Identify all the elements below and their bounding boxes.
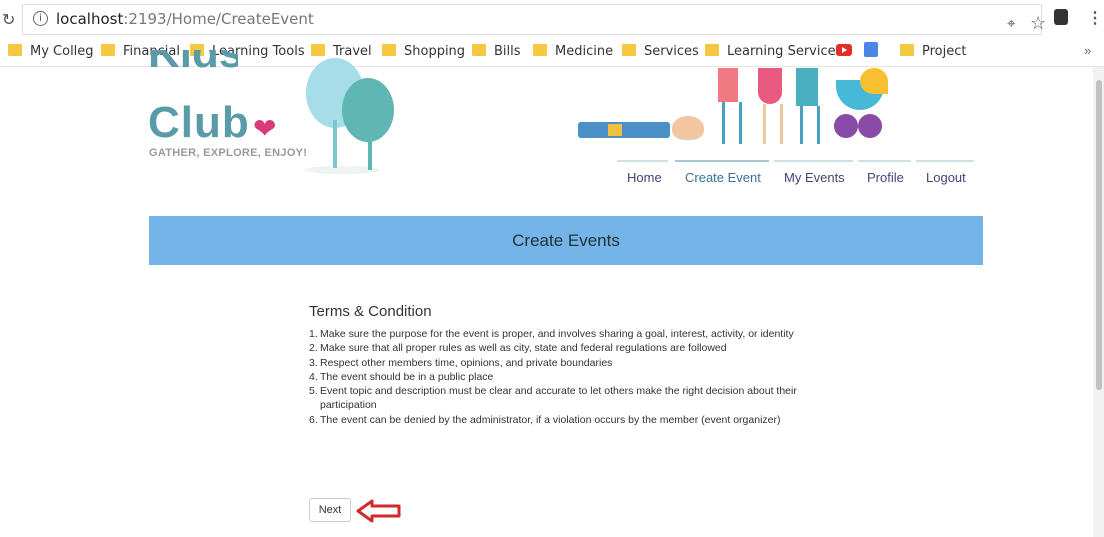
star-icon[interactable]: ☆ xyxy=(1030,13,1046,34)
nav-my-events[interactable]: My Events xyxy=(784,170,845,185)
nav-profile[interactable]: Profile xyxy=(867,170,904,185)
page-title: Create Events xyxy=(512,231,620,250)
folder-icon xyxy=(382,44,396,56)
bookmarks-overflow-button[interactable]: » xyxy=(1084,43,1091,58)
list-item: 2. Make sure that all proper rules as wel… xyxy=(309,342,727,355)
page-banner: Create Events xyxy=(149,216,983,265)
nav-underline-active xyxy=(675,160,769,162)
person-legs xyxy=(763,104,783,144)
tree-illustration xyxy=(342,78,394,142)
person-legs xyxy=(722,102,742,144)
person-illustration xyxy=(718,68,738,102)
bookmark-item[interactable]: My Colleg xyxy=(8,44,94,59)
tagline: GATHER, EXPLORE, ENJOY! xyxy=(149,147,308,159)
nav-underline xyxy=(916,160,974,162)
info-icon[interactable]: i xyxy=(33,11,48,26)
bookmark-item[interactable]: Services xyxy=(622,44,699,59)
arrow-left-icon xyxy=(356,499,401,523)
folder-icon xyxy=(622,44,636,56)
menu-icon[interactable]: ⋮ xyxy=(1087,8,1103,28)
next-button[interactable]: Next xyxy=(309,498,351,522)
terms-heading: Terms & Condition xyxy=(309,303,432,320)
list-item: 5. Event topic and description must be cl… xyxy=(309,385,797,412)
reload-icon[interactable]: ↻ xyxy=(2,10,15,30)
person-illustration xyxy=(796,68,818,106)
scrollbar-thumb[interactable] xyxy=(1096,80,1102,390)
folder-icon xyxy=(101,44,115,56)
bookmark-item[interactable]: Medicine xyxy=(533,44,613,59)
bookmark-item[interactable]: Shopping xyxy=(382,44,465,59)
folder-icon xyxy=(472,44,486,56)
stroller-wheel xyxy=(858,114,882,138)
zoom-icon[interactable]: ⌖ xyxy=(1007,15,1015,32)
heart-icon: ❤ xyxy=(253,113,277,144)
logo-club: Club xyxy=(148,98,250,147)
folder-icon xyxy=(533,44,547,56)
extension-icon[interactable] xyxy=(1054,9,1068,25)
stroller-wheel xyxy=(834,114,858,138)
baby-illustration xyxy=(672,116,704,140)
bookmark-item[interactable]: Project xyxy=(900,44,966,59)
nav-home[interactable]: Home xyxy=(627,170,662,185)
nav-logout[interactable]: Logout xyxy=(926,170,966,185)
url-text: localhost:2193/Home/CreateEvent xyxy=(56,10,314,28)
tree-trunk xyxy=(333,120,337,168)
toy-train-car xyxy=(608,124,622,136)
tree-trunk xyxy=(368,138,372,170)
logo-kids: Kids xyxy=(148,50,238,72)
list-item: 4. The event should be in a public place xyxy=(309,370,494,383)
nav-underline xyxy=(774,160,853,162)
person-illustration xyxy=(758,68,782,104)
toy-train-illustration xyxy=(578,122,670,138)
list-item: 3. Respect other members time, opinions, … xyxy=(309,356,613,369)
terms-list: 1. Make sure the purpose for the event is… xyxy=(309,327,809,427)
bookmark-item[interactable]: Bills xyxy=(472,44,521,59)
list-item: 6. The event can be denied by the adminis… xyxy=(309,413,781,426)
address-bar-area: ↻ i localhost:2193/Home/CreateEvent ⌖ ☆ … xyxy=(0,0,1104,38)
youtube-icon[interactable] xyxy=(836,44,852,56)
folder-icon xyxy=(705,44,719,56)
folder-icon xyxy=(8,44,22,56)
nav-underline xyxy=(858,160,911,162)
stroller-hood xyxy=(860,68,888,94)
bookmark-item[interactable]: Travel xyxy=(311,44,372,59)
url-field[interactable]: i localhost:2193/Home/CreateEvent ⌖ ☆ xyxy=(22,4,1046,35)
translate-icon[interactable] xyxy=(864,42,878,57)
list-item: 1. Make sure the purpose for the event is… xyxy=(309,328,794,340)
nav-underline xyxy=(617,160,668,162)
bookmark-item[interactable]: Learning Services xyxy=(705,44,842,59)
folder-icon xyxy=(311,44,325,56)
folder-icon xyxy=(900,44,914,56)
nav-create-event[interactable]: Create Event xyxy=(685,170,761,185)
person-legs xyxy=(800,106,820,144)
